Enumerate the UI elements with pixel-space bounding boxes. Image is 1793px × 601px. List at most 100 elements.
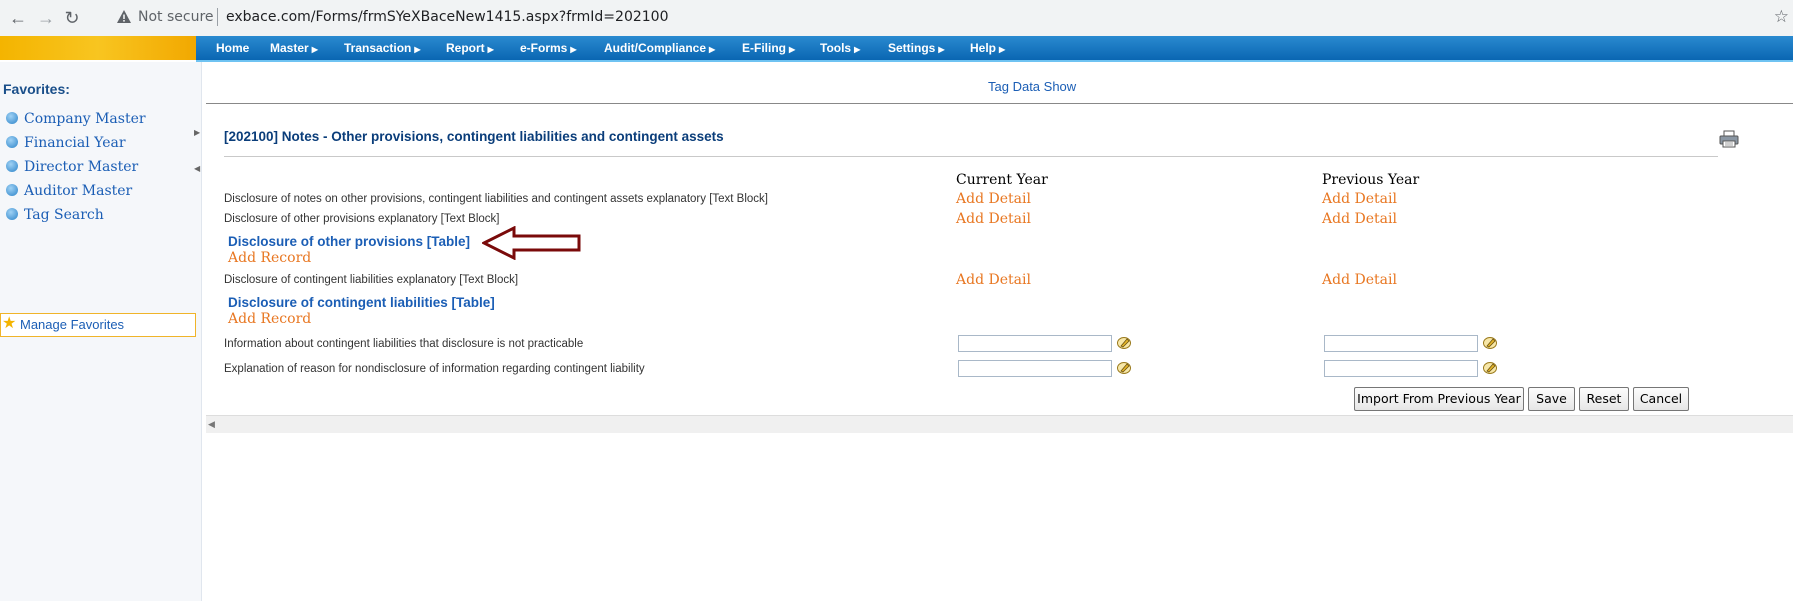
add-detail-previous-link[interactable]: Add Detail — [1322, 272, 1397, 288]
menu-help[interactable]: Help ▶ — [970, 41, 1005, 55]
menu-tools-label: Tools — [820, 41, 852, 55]
add-detail-previous-link[interactable]: Add Detail — [1322, 191, 1397, 207]
reset-button[interactable]: Reset — [1579, 387, 1629, 411]
nondisclosure-reason-current-input[interactable] — [958, 360, 1112, 377]
collapse-left-icon[interactable]: ◀ — [194, 164, 200, 173]
menu-home[interactable]: Home — [216, 41, 249, 55]
warning-icon — [117, 10, 131, 23]
menu-settings[interactable]: Settings ▶ — [888, 41, 945, 55]
menu-eforms-label: e-Forms — [520, 41, 568, 55]
save-button[interactable]: Save — [1528, 387, 1575, 411]
import-previous-year-button[interactable]: Import From Previous Year — [1354, 387, 1524, 411]
horizontal-scrollbar[interactable]: ◀ — [206, 415, 1793, 433]
collapse-right-icon[interactable]: ▶ — [194, 128, 200, 137]
main-menu: Home Master ▶ Transaction ▶ Report ▶ e-Form… — [196, 36, 1793, 62]
submenu-arrow-icon: ▶ — [414, 45, 421, 54]
submenu-arrow-icon: ▶ — [999, 45, 1006, 54]
menu-home-label: Home — [216, 41, 250, 55]
row-label: Disclosure of notes on other provisions,… — [224, 193, 768, 205]
contingent-not-practicable-previous-input[interactable] — [1324, 335, 1478, 352]
menu-report[interactable]: Report ▶ — [446, 41, 494, 55]
star-icon: ★ — [2, 315, 17, 332]
menu-transaction[interactable]: Transaction ▶ — [344, 41, 421, 55]
favorites-sidebar: Favorites: Company Master Financial Year… — [0, 62, 202, 601]
manage-favorites-button[interactable]: ★ Manage Favorites — [0, 313, 196, 337]
favorite-auditor-master[interactable]: Auditor Master — [6, 183, 132, 199]
bookmark-star-icon[interactable]: ☆ — [1774, 7, 1789, 27]
bullet-icon — [6, 136, 18, 148]
row-label: Disclosure of contingent liabilities exp… — [224, 274, 519, 286]
contingent-liabilities-table-link[interactable]: Disclosure of contingent liabilities [Ta… — [228, 295, 495, 310]
edit-icon[interactable] — [1482, 361, 1498, 375]
favorite-label: Company Master — [24, 111, 146, 127]
menu-efiling-label: E-Filing — [742, 41, 786, 55]
menu-help-label: Help — [970, 41, 997, 55]
address-bar[interactable]: Not secure exbace.com/Forms/frmSYeXBaceN… — [104, 4, 1744, 32]
submenu-arrow-icon: ▶ — [789, 45, 796, 54]
submenu-arrow-icon: ▶ — [487, 45, 494, 54]
add-record-link[interactable]: Add Record — [228, 311, 311, 327]
security-label: Not secure — [138, 9, 214, 25]
bullet-icon — [6, 160, 18, 172]
favorite-label: Director Master — [24, 159, 139, 175]
favorite-label: Tag Search — [24, 207, 104, 223]
print-icon[interactable] — [1719, 130, 1739, 148]
scroll-left-icon[interactable]: ◀ — [208, 419, 215, 430]
menu-eforms[interactable]: e-Forms ▶ — [520, 41, 577, 55]
favorite-label: Financial Year — [24, 135, 126, 151]
menu-efiling[interactable]: E-Filing ▶ — [742, 41, 795, 55]
edit-icon[interactable] — [1116, 361, 1132, 375]
back-icon[interactable]: ← — [8, 8, 28, 28]
url-text[interactable]: exbace.com/Forms/frmSYeXBaceNew1415.aspx… — [226, 9, 668, 25]
bullet-icon — [6, 112, 18, 124]
edit-icon[interactable] — [1482, 336, 1498, 350]
submenu-arrow-icon: ▶ — [709, 45, 716, 54]
divider — [224, 156, 1718, 157]
row-label: Information about contingent liabilities… — [224, 338, 584, 350]
favorites-title: Favorites: — [3, 81, 70, 97]
add-detail-previous-link[interactable]: Add Detail — [1322, 211, 1397, 227]
cancel-button[interactable]: Cancel — [1633, 387, 1689, 411]
favorite-tag-search[interactable]: Tag Search — [6, 207, 104, 223]
previous-year-header: Previous Year — [1322, 172, 1420, 188]
bullet-icon — [6, 184, 18, 196]
manage-favorites-label: Manage Favorites — [20, 317, 125, 332]
favorite-financial-year[interactable]: Financial Year — [6, 135, 126, 151]
submenu-arrow-icon: ▶ — [854, 45, 861, 54]
menu-tools[interactable]: Tools ▶ — [820, 41, 860, 55]
favorite-label: Auditor Master — [24, 183, 133, 199]
add-detail-current-link[interactable]: Add Detail — [956, 211, 1031, 227]
submenu-arrow-icon: ▶ — [311, 45, 318, 54]
menu-audit-compliance[interactable]: Audit/Compliance ▶ — [604, 41, 715, 55]
edit-icon[interactable] — [1116, 336, 1132, 350]
reload-icon[interactable]: ↻ — [62, 8, 82, 28]
contingent-not-practicable-current-input[interactable] — [958, 335, 1112, 352]
favorite-director-master[interactable]: Director Master — [6, 159, 138, 175]
favorite-company-master[interactable]: Company Master — [6, 111, 146, 127]
nondisclosure-reason-previous-input[interactable] — [1324, 360, 1478, 377]
menu-master-label: Master — [270, 41, 309, 55]
divider — [206, 103, 1793, 104]
menu-settings-label: Settings — [888, 41, 936, 55]
menu-audit-compliance-label: Audit/Compliance — [604, 41, 707, 55]
logo-strip — [0, 36, 196, 60]
other-provisions-table-link[interactable]: Disclosure of other provisions [Table] — [228, 234, 470, 249]
menu-master[interactable]: Master ▶ — [270, 41, 318, 55]
address-separator — [217, 8, 218, 26]
annotation-arrow-icon — [482, 226, 581, 260]
submenu-arrow-icon: ▶ — [938, 45, 945, 54]
add-record-link[interactable]: Add Record — [228, 250, 311, 266]
menu-report-label: Report — [446, 41, 485, 55]
row-label: Explanation of reason for nondisclosure … — [224, 363, 645, 375]
browser-toolbar: ← → ↻ Not secure exbace.com/Forms/frmSYe… — [0, 0, 1793, 37]
row-label: Disclosure of other provisions explanato… — [224, 213, 500, 225]
menu-transaction-label: Transaction — [344, 41, 412, 55]
add-detail-current-link[interactable]: Add Detail — [956, 191, 1031, 207]
bullet-icon — [6, 208, 18, 220]
form-title: [202100] Notes - Other provisions, conti… — [224, 129, 724, 144]
tag-data-show-link[interactable]: Tag Data Show — [988, 79, 1076, 94]
current-year-header: Current Year — [956, 172, 1048, 188]
forward-icon[interactable]: → — [36, 8, 56, 28]
add-detail-current-link[interactable]: Add Detail — [956, 272, 1031, 288]
submenu-arrow-icon: ▶ — [570, 45, 577, 54]
